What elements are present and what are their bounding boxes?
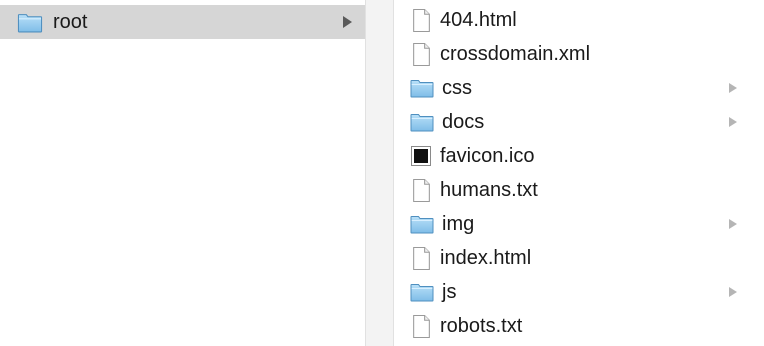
column-parent[interactable]: root: [0, 0, 365, 346]
document-icon: [412, 247, 431, 270]
item-label: 404.html: [440, 8, 517, 31]
item-label: favicon.ico: [440, 144, 535, 167]
list-item-root[interactable]: root: [0, 5, 365, 39]
list-item[interactable]: docs: [394, 105, 764, 139]
folder-icon: [410, 78, 434, 98]
item-label: crossdomain.xml: [440, 42, 591, 65]
disclosure-arrow-icon: [729, 287, 737, 297]
item-label: index.html: [440, 246, 532, 269]
list-item[interactable]: index.html: [394, 241, 764, 275]
list-item[interactable]: img: [394, 207, 764, 241]
list-item[interactable]: robots.txt: [394, 309, 764, 343]
item-label: humans.txt: [440, 178, 538, 201]
document-icon: [412, 43, 431, 66]
list-item[interactable]: crossdomain.xml: [394, 37, 764, 71]
black-square-icon: [411, 146, 431, 166]
document-icon: [412, 9, 431, 32]
folder-icon: [410, 282, 434, 302]
item-label: docs: [442, 110, 485, 133]
document-icon: [412, 179, 431, 202]
item-label: root: [53, 10, 88, 33]
disclosure-arrow-icon: [343, 16, 352, 28]
list-item[interactable]: humans.txt: [394, 173, 764, 207]
item-label: css: [442, 76, 472, 99]
list-item[interactable]: 404.html: [394, 3, 764, 37]
column-divider[interactable]: [365, 0, 394, 346]
document-icon: [412, 315, 431, 338]
list-item[interactable]: js: [394, 275, 764, 309]
item-label: robots.txt: [440, 314, 523, 337]
column-contents[interactable]: 404.html crossdomain.xml css docs favico…: [394, 0, 764, 346]
list-item[interactable]: css: [394, 71, 764, 105]
folder-icon: [410, 214, 434, 234]
disclosure-arrow-icon: [729, 83, 737, 93]
disclosure-arrow-icon: [729, 219, 737, 229]
folder-icon: [410, 112, 434, 132]
list-item[interactable]: favicon.ico: [394, 139, 764, 173]
item-label: img: [442, 212, 475, 235]
disclosure-arrow-icon: [729, 117, 737, 127]
folder-icon: [17, 12, 43, 33]
column-browser: root 404.html crossdomain.xml css docs f…: [0, 0, 764, 346]
item-label: js: [442, 280, 457, 303]
